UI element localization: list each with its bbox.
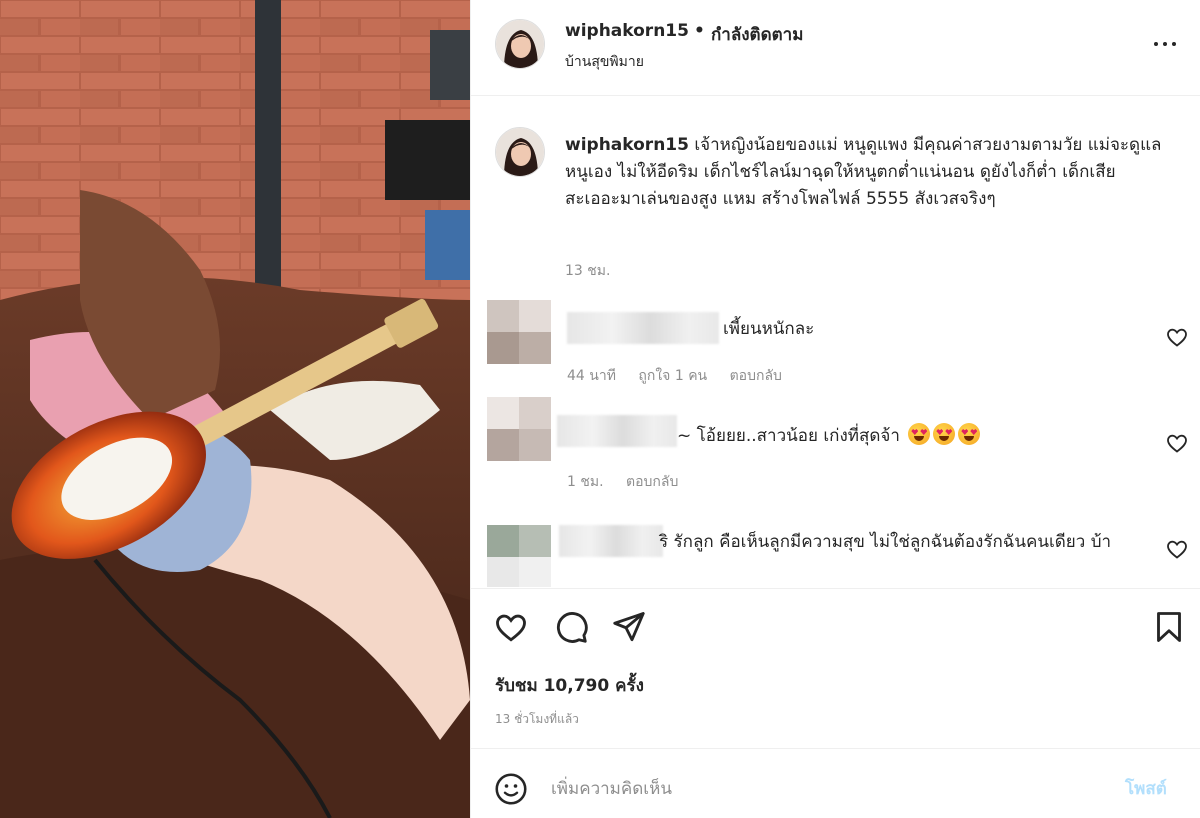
avatar[interactable] <box>487 397 551 461</box>
profile-photo <box>496 128 544 176</box>
separator-dot: • <box>694 21 705 41</box>
reply-button[interactable]: ตอบกลับ <box>730 368 782 384</box>
views-count[interactable]: รับชม 10,790 ครั้ง <box>495 672 644 699</box>
heart-icon[interactable] <box>493 609 529 645</box>
more-icon[interactable] <box>1147 30 1183 58</box>
girl-playing-guitar-image <box>0 0 470 818</box>
add-comment-bar: โพสต์ <box>471 748 1200 818</box>
comment-meta: 44 นาที ถูกใจ 1 คน ตอบกลับ <box>567 365 800 387</box>
smiley-icon[interactable] <box>493 771 529 807</box>
comment-meta: 1 ชม. ตอบกลับ <box>567 471 696 493</box>
heart-icon[interactable] <box>1165 325 1189 349</box>
post-panel: wiphakorn15 • กำลังติดตาม บ้านสุขพิมาย w… <box>470 0 1200 818</box>
post-actions: รับชม 10,790 ครั้ง 13 ชั่วโมงที่แล้ว <box>471 588 1200 748</box>
post-location[interactable]: บ้านสุขพิมาย <box>565 51 644 73</box>
heart-icon[interactable] <box>1165 537 1189 561</box>
send-icon[interactable] <box>611 609 647 645</box>
blurred-username[interactable] <box>567 312 719 344</box>
avatar[interactable] <box>487 300 551 364</box>
comment-text: เพี้ยนหนักละ <box>723 319 815 339</box>
blurred-username[interactable] <box>559 525 663 557</box>
comment-input[interactable] <box>551 771 1111 807</box>
post-comment-button[interactable]: โพสต์ <box>1125 775 1167 802</box>
post-photo <box>0 0 470 818</box>
bookmark-icon[interactable] <box>1151 609 1187 645</box>
profile-photo <box>496 20 544 68</box>
heart-eyes-emoji-icon <box>933 423 956 445</box>
post-username[interactable]: wiphakorn15 <box>565 21 689 41</box>
reply-button[interactable]: ตอบกลับ <box>626 474 678 490</box>
caption-timestamp: 13 ชม. <box>565 263 611 279</box>
post-header: wiphakorn15 • กำลังติดตาม บ้านสุขพิมาย <box>471 0 1200 96</box>
avatar[interactable] <box>495 19 545 69</box>
comment-text: ริ รักลูก คือเห็นลูกมีความสุข ไม่ใช่ลูกฉ… <box>659 532 1112 552</box>
comment-body: ~ โอ้ยยย..สาวน้อย เก่งที่สุดจ้า <box>677 426 900 446</box>
comment-text: ~ โอ้ยยย..สาวน้อย เก่งที่สุดจ้า <box>677 423 981 449</box>
comment-likes[interactable]: ถูกใจ 1 คน <box>638 368 707 384</box>
comments-section[interactable]: wiphakorn15 เจ้าหญิงน้อยของแม่ หนูดูแพง … <box>471 97 1200 587</box>
heart-icon[interactable] <box>1165 431 1189 455</box>
comment-icon[interactable] <box>553 609 589 645</box>
avatar[interactable] <box>487 525 551 587</box>
heart-eyes-emoji-icon <box>958 423 981 445</box>
heart-eyes-emoji-icon <box>908 423 931 445</box>
caption-text: wiphakorn15 เจ้าหญิงน้อยของแม่ หนูดูแพง … <box>565 132 1165 213</box>
avatar[interactable] <box>495 127 545 177</box>
comment-time: 44 นาที <box>567 368 616 384</box>
comment-time: 1 ชม. <box>567 474 604 490</box>
post-timestamp: 13 ชั่วโมงที่แล้ว <box>495 712 579 726</box>
following-button[interactable]: กำลังติดตาม <box>711 21 803 48</box>
blurred-username[interactable] <box>557 415 677 447</box>
caption-username[interactable]: wiphakorn15 <box>565 135 689 155</box>
